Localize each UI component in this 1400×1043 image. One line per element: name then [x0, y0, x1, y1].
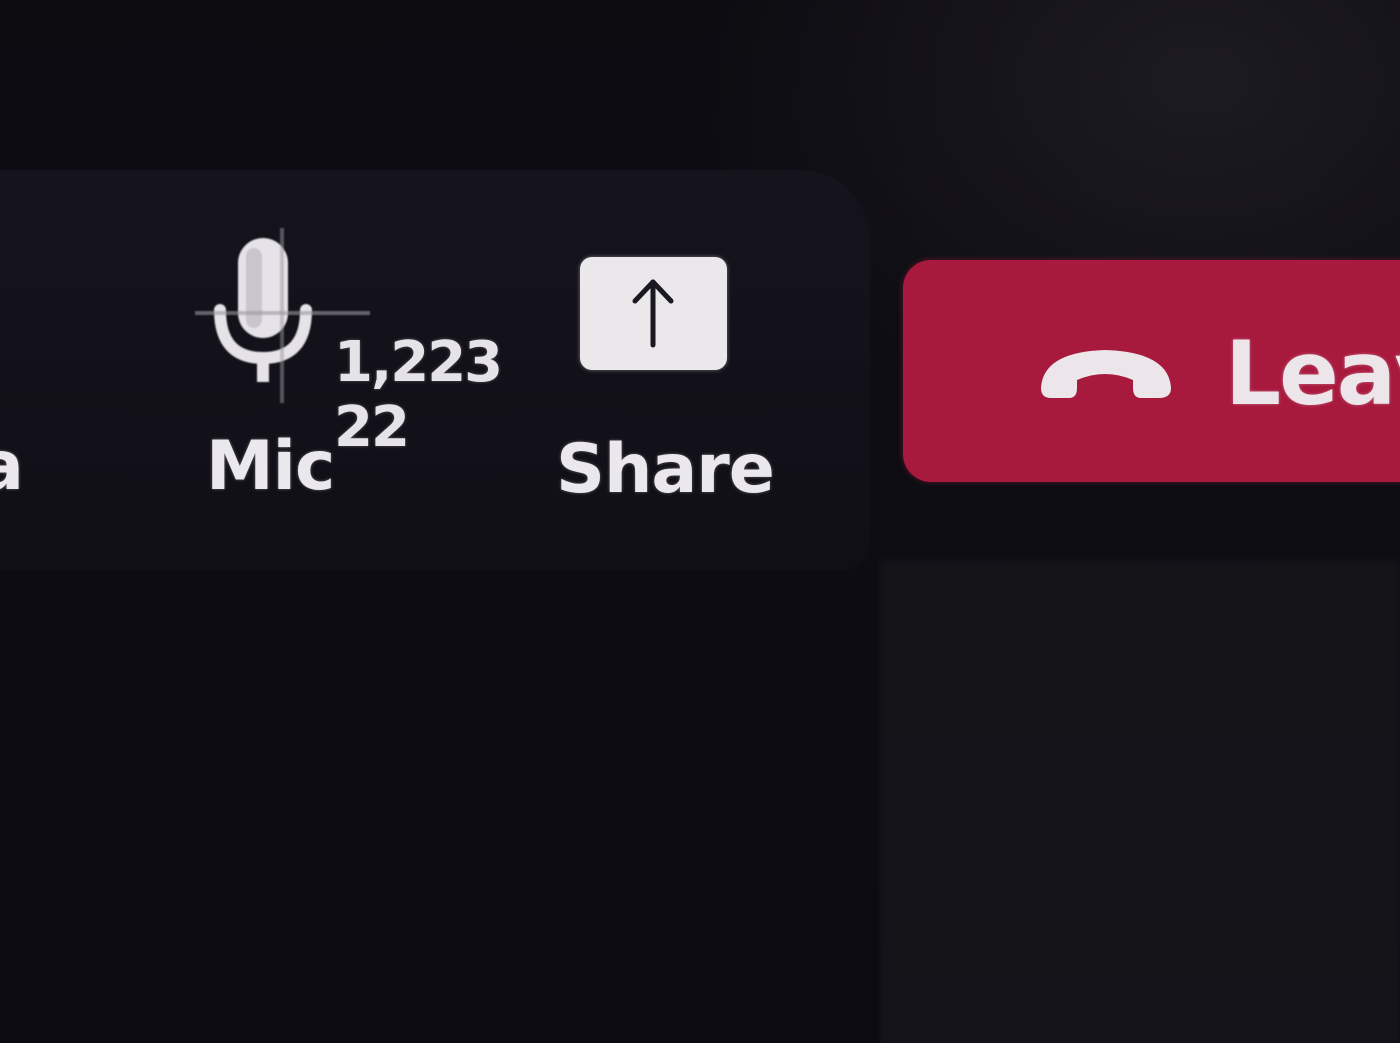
mic-button-label: Mic: [206, 427, 335, 506]
mic-sub-count: 22: [334, 395, 410, 460]
hang-up-phone-icon: [1041, 350, 1171, 398]
camera-button-label[interactable]: a: [0, 427, 24, 506]
arrow-up-icon: [632, 279, 674, 348]
share-button-label: Share: [556, 430, 775, 509]
meeting-window: a 1,223 22 Mic Share Lea: [0, 0, 1400, 1043]
leave-button-label: Leav: [1225, 322, 1400, 425]
mic-count-badge: 1,223: [334, 330, 503, 395]
share-icon[interactable]: [580, 257, 727, 370]
video-area: [880, 560, 1400, 1043]
leave-button[interactable]: Leav: [903, 260, 1400, 482]
